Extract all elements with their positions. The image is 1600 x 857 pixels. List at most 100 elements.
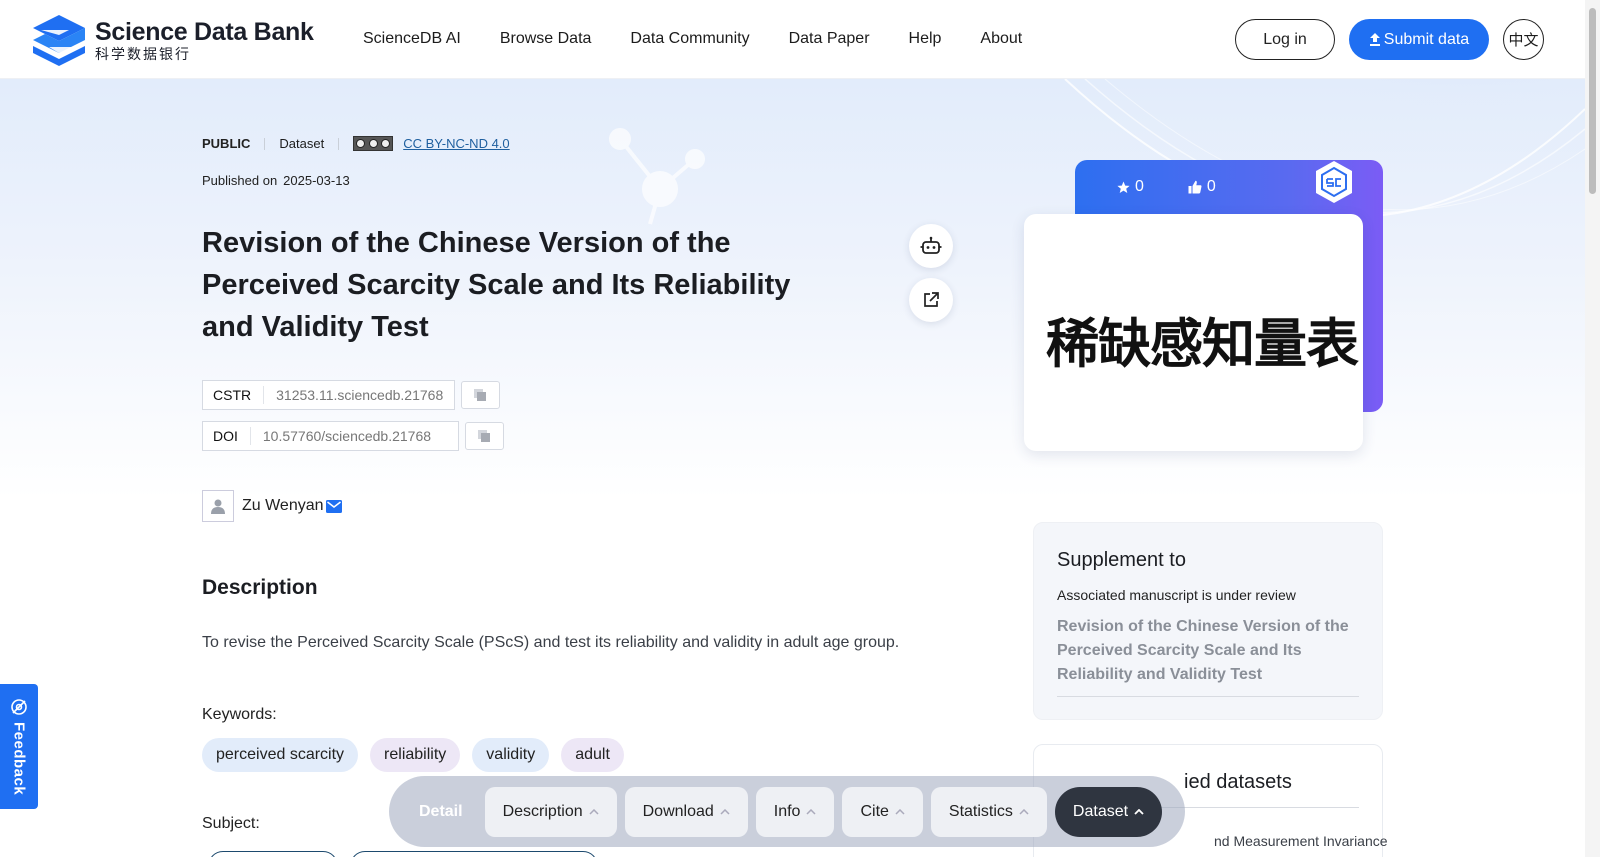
- chevron-up-icon: [1019, 808, 1029, 815]
- keyword-tag[interactable]: validity: [472, 738, 550, 772]
- login-button[interactable]: Log in: [1235, 19, 1335, 60]
- supplement-heading: Supplement to: [1057, 549, 1186, 571]
- author: Zu Wenyan: [202, 490, 342, 522]
- subject-tag[interactable]: [208, 851, 338, 857]
- tab-cite-label: Cite: [860, 802, 889, 820]
- tab-dataset-label: Dataset: [1072, 802, 1129, 820]
- cover-stats: 0 0: [1117, 178, 1260, 196]
- keywords-label: Keywords:: [202, 706, 277, 723]
- tab-statistics-label: Statistics: [948, 802, 1013, 820]
- supplement-panel: Supplement to Associated manuscript is u…: [1033, 522, 1383, 720]
- submit-data-button[interactable]: Submit data: [1349, 19, 1489, 60]
- star-count-value: 0: [1135, 178, 1144, 195]
- description-text: To revise the Perceived Scarcity Scale (…: [202, 634, 900, 651]
- site-logo[interactable]: Science Data Bank 科学数据银行: [31, 13, 314, 67]
- dataset-meta: PUBLIC Dataset CC BY-NC-ND 4.0: [202, 136, 510, 151]
- molecule-decoration: [609, 128, 705, 225]
- cstr-label: CSTR: [203, 386, 265, 404]
- keyword-tag[interactable]: perceived scarcity: [202, 738, 359, 772]
- certified-shield-icon: [1316, 161, 1352, 203]
- divider: [264, 137, 266, 150]
- robot-icon: [920, 236, 942, 254]
- dataset-title: Revision of the Chinese Version of the P…: [202, 227, 791, 343]
- published-value: 2025-03-13: [283, 173, 350, 188]
- tab-cite[interactable]: Cite: [842, 786, 923, 837]
- user-icon: [211, 499, 225, 514]
- submit-data-label: Submit data: [1383, 30, 1470, 48]
- license-link[interactable]: CC BY-NC-ND 4.0: [403, 136, 509, 151]
- resource-type: Dataset: [279, 136, 325, 151]
- detail-label: Detail: [419, 802, 463, 820]
- doi-label: DOI: [203, 427, 251, 445]
- feedback-label: Feedback: [10, 722, 28, 796]
- scrollbar[interactable]: [1585, 0, 1600, 857]
- subject-tag[interactable]: [350, 851, 598, 857]
- like-count[interactable]: 0: [1188, 178, 1216, 196]
- star-count[interactable]: 0: [1117, 178, 1144, 196]
- chevron-up-icon: [806, 808, 816, 815]
- top-header: Science Data Bank 科学数据银行 ScienceDB AI Br…: [0, 0, 1585, 79]
- copy-doi-button[interactable]: [465, 422, 504, 450]
- keyword-tag[interactable]: adult: [561, 738, 624, 772]
- tab-description-label: Description: [502, 802, 583, 820]
- main-nav: ScienceDB AI Browse Data Data Community …: [363, 30, 1061, 48]
- science-data-bank-logo-icon: [33, 15, 85, 66]
- divider: [338, 137, 340, 150]
- description-heading: Description: [202, 576, 318, 599]
- nav-browse-data[interactable]: Browse Data: [500, 30, 592, 48]
- star-icon: [1117, 181, 1130, 193]
- access-badge: PUBLIC: [202, 136, 251, 151]
- thumbs-up-icon: [1188, 180, 1202, 194]
- chevron-up-icon: [589, 808, 599, 815]
- share-icon: [924, 292, 939, 307]
- chevron-up-icon: [895, 808, 905, 815]
- nav-help[interactable]: Help: [909, 30, 942, 48]
- related-heading: ied datasets: [1184, 771, 1292, 793]
- brand-name: Science Data Bank: [95, 18, 314, 46]
- copy-icon: [478, 429, 490, 442]
- copy-icon: [474, 388, 486, 401]
- doi-field: DOI 10.57760/sciencedb.21768: [202, 421, 459, 451]
- cc-license-icon: [353, 136, 394, 151]
- avatar: [202, 490, 234, 522]
- divider: [1057, 696, 1359, 697]
- published-label: Published on: [202, 173, 278, 188]
- published-date: Published on 2025-03-13: [202, 173, 350, 188]
- tab-description[interactable]: Description: [484, 786, 617, 837]
- tab-download-label: Download: [642, 802, 714, 820]
- nav-about[interactable]: About: [980, 30, 1022, 48]
- author-name[interactable]: Zu Wenyan: [242, 497, 324, 515]
- supplement-status: Associated manuscript is under review: [1057, 587, 1296, 603]
- cstr-value: 31253.11.sciencedb.21768: [276, 387, 444, 403]
- language-switch-button[interactable]: 中文: [1503, 19, 1544, 60]
- detail-tab-bar: Detail Description Download Info Cite St…: [389, 776, 1185, 847]
- keyword-tag[interactable]: reliability: [370, 738, 461, 772]
- supplement-title: Revision of the Chinese Version of the P…: [1057, 618, 1349, 683]
- nav-sciencedb-ai[interactable]: ScienceDB AI: [363, 30, 461, 48]
- feedback-button[interactable]: Feedback: [0, 684, 38, 809]
- ai-assistant-button[interactable]: [909, 224, 953, 268]
- cstr-field: CSTR 31253.11.sciencedb.21768: [202, 380, 455, 410]
- brand-name-zh: 科学数据银行: [95, 46, 191, 62]
- copy-cstr-button[interactable]: [461, 381, 500, 409]
- related-item[interactable]: nd Measurement Invariance: [1214, 831, 1524, 851]
- dataset-cover-image: 稀缺感知量表: [1024, 214, 1363, 451]
- tab-statistics[interactable]: Statistics: [930, 786, 1047, 837]
- nav-data-community[interactable]: Data Community: [630, 30, 749, 48]
- chevron-up-icon: [720, 808, 730, 815]
- doi-value: 10.57760/sciencedb.21768: [262, 428, 432, 444]
- cover-text: 稀缺感知量表: [1046, 314, 1359, 375]
- tab-info-label: Info: [773, 802, 801, 820]
- tab-info[interactable]: Info: [755, 786, 835, 837]
- chevron-up-icon: [1134, 808, 1144, 815]
- share-button[interactable]: [909, 278, 953, 322]
- tab-download[interactable]: Download: [624, 786, 748, 837]
- upload-icon: [1369, 33, 1380, 46]
- scrollbar-thumb[interactable]: [1589, 8, 1596, 194]
- mail-icon[interactable]: [325, 499, 342, 513]
- feedback-icon: [11, 699, 27, 715]
- subject-label: Subject:: [202, 815, 260, 832]
- tab-dataset[interactable]: Dataset: [1054, 786, 1163, 837]
- nav-data-paper[interactable]: Data Paper: [789, 30, 870, 48]
- like-count-value: 0: [1206, 178, 1216, 195]
